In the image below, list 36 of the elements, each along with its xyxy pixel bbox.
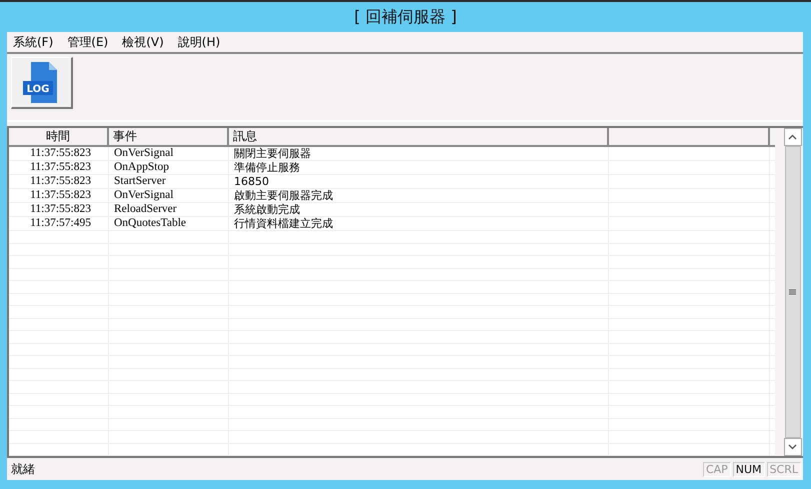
table-cell: ReloadServer: [109, 203, 229, 216]
menu-item[interactable]: 說明(H): [178, 34, 226, 50]
key-indicator: SCRL: [766, 462, 801, 476]
table-cell: 11:37:55:823: [9, 189, 109, 202]
table-cell: 啟動主要伺服器完成: [229, 189, 609, 202]
key-indicator: NUM: [732, 462, 765, 476]
table-cell: 16850: [229, 175, 609, 188]
table-cell: 11:37:55:823: [9, 147, 109, 160]
status-text: 就緒: [11, 460, 35, 478]
table-cell: 準備停止服務: [229, 161, 609, 174]
table-cell: StartServer: [109, 175, 229, 188]
table-cell: OnAppStop: [109, 161, 229, 174]
table-cell: OnVerSignal: [109, 189, 229, 202]
column-header[interactable]: 訊息: [229, 128, 609, 145]
table-cell: 系統啟動完成: [229, 203, 609, 216]
menu-item[interactable]: 系統(F): [13, 34, 60, 50]
scroll-up-button[interactable]: [784, 128, 802, 146]
window-title: [ 回補伺服器 ]: [354, 6, 457, 28]
scroll-down-button[interactable]: [784, 438, 802, 456]
log-button[interactable]: LOG: [11, 57, 73, 109]
table-cell: OnVerSignal: [109, 147, 229, 160]
menu-item[interactable]: 管理(E): [67, 34, 114, 50]
column-header[interactable]: 事件: [109, 128, 229, 145]
table-cell: 行情資料檔建立完成: [229, 217, 609, 230]
table-cell: 11:37:55:823: [9, 175, 109, 188]
table-cell: 關閉主要伺服器: [229, 147, 609, 160]
caret-down-icon: [788, 444, 797, 450]
table-cell: OnQuotesTable: [109, 217, 229, 230]
table-cell: 11:37:57:495: [9, 217, 109, 230]
key-indicator: CAP: [702, 462, 731, 476]
table-cell: 11:37:55:823: [9, 161, 109, 174]
table-cell: 11:37:55:823: [9, 203, 109, 216]
column-header[interactable]: 時間: [9, 128, 109, 145]
caret-up-icon: [788, 134, 797, 140]
scrollbar-thumb[interactable]: [784, 146, 800, 438]
menu-item[interactable]: 檢視(V): [122, 34, 170, 50]
